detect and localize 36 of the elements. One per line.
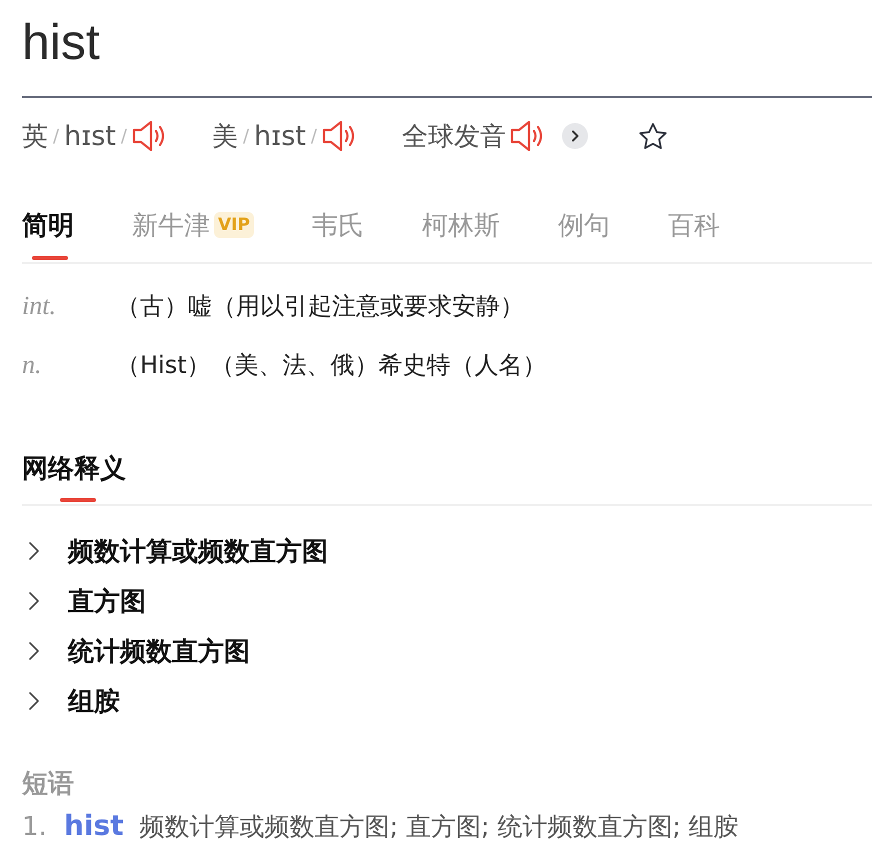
dictionary-tab[interactable]: 柯林斯	[422, 188, 500, 262]
dictionary-tab[interactable]: 简明	[22, 188, 74, 262]
dictionary-tab[interactable]: 百科	[668, 188, 720, 262]
global-pronunciation-label: 全球发音	[402, 120, 506, 154]
part-of-speech: n.	[22, 350, 42, 380]
region-label: 英	[22, 120, 48, 154]
web-definition[interactable]: 统计频数直方图	[68, 634, 250, 668]
vip-badge: VIP	[214, 212, 254, 238]
dictionary-tab[interactable]: 韦氏	[312, 188, 364, 262]
region-label: 美	[212, 120, 238, 154]
headword: hist	[22, 13, 101, 72]
section-title: 短语	[22, 768, 75, 801]
dictionary-tab[interactable]: 新牛津 VIP	[132, 188, 254, 262]
web-definition[interactable]: 组胺	[68, 684, 120, 718]
section-title: 网络释义	[22, 451, 126, 504]
slash-mark: /	[242, 126, 250, 146]
phrase-link[interactable]: hist	[64, 809, 124, 842]
phrase-meaning: 频数计算或频数直方图; 直方图; 统计频数直方图; 组胺	[140, 811, 739, 843]
slash-mark: /	[310, 126, 317, 146]
chevron-right-icon[interactable]	[28, 541, 40, 561]
chevron-right-icon[interactable]	[28, 591, 40, 611]
phrase-index: 1.	[22, 812, 48, 842]
chevron-right-icon[interactable]	[562, 123, 588, 149]
phonetic: hɪst	[254, 120, 306, 152]
star-icon[interactable]	[638, 122, 668, 150]
slash-mark: /	[120, 126, 127, 146]
slash-mark: /	[53, 126, 60, 146]
web-definition[interactable]: 频数计算或频数直方图	[68, 534, 328, 568]
dictionary-tab[interactable]: 例句	[558, 188, 610, 262]
part-of-speech: int.	[22, 290, 57, 320]
definition-text: （古）嘘（用以引起注意或要求安静）	[116, 290, 524, 322]
phonetic: hɪst	[64, 120, 116, 152]
definition-text: （Hist）（美、法、俄）希史特（人名）	[116, 350, 547, 380]
chevron-right-icon[interactable]	[28, 691, 40, 711]
web-definition[interactable]: 直方图	[68, 584, 146, 618]
chevron-right-icon[interactable]	[28, 641, 40, 661]
